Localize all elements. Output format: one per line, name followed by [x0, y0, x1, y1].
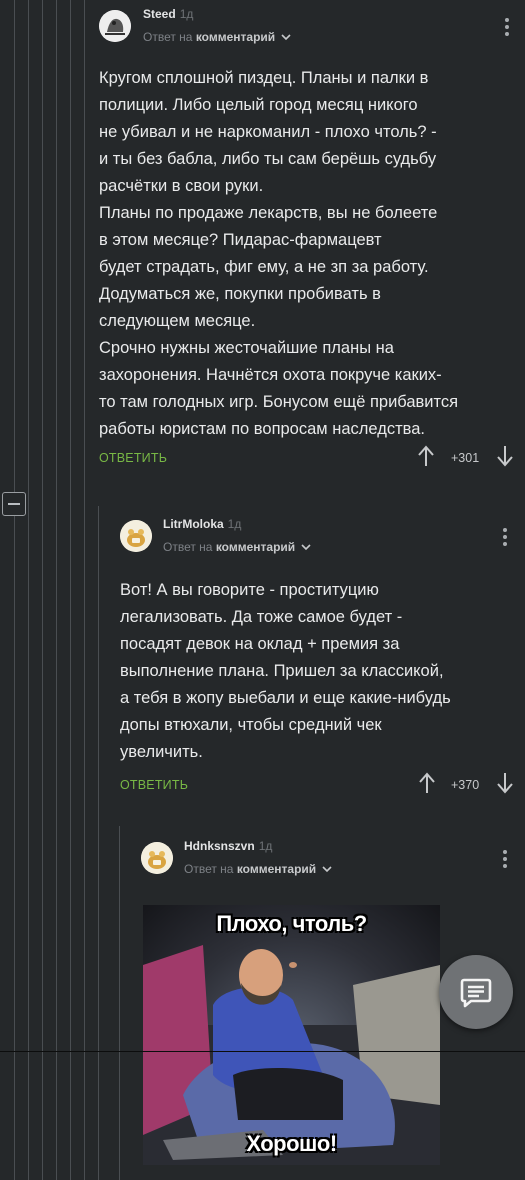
more-options-button[interactable] — [503, 850, 507, 871]
avatar-image — [99, 10, 131, 42]
arrow-up-icon[interactable] — [417, 445, 435, 467]
comment-text: Кругом сплошной пиздец. Планы и палки в п… — [99, 65, 519, 443]
meme-caption-bottom: Хорошо! — [246, 1131, 337, 1156]
comment-text-line: а тебя в жопу выебали и еще какие-нибудь — [120, 689, 451, 707]
arrow-down-icon[interactable] — [496, 445, 514, 467]
comment-text-line: Срочно нужны жесточайшие планы на — [99, 339, 394, 357]
comment: Hdnksnszvn 1д Ответ на комментарий — [141, 839, 521, 894]
comment-footer: ОТВЕТИТЬ +301 — [99, 445, 519, 481]
comment-text-line: легализовать. Да тоже самое будет - — [120, 608, 403, 626]
comment-fab-button[interactable] — [439, 955, 513, 1029]
more-options-button[interactable] — [505, 18, 509, 39]
more-options-button[interactable] — [503, 528, 507, 549]
thread-line — [56, 0, 57, 1180]
comment-header: Hdnksnszvn 1д Ответ на комментарий — [141, 839, 521, 894]
comment-text-line: выполнение плана. Пришел за классикой, — [120, 662, 444, 680]
comment-text-line: допы втюхали, чтобы средний чек — [120, 716, 382, 734]
vote-score: +370 — [451, 778, 480, 792]
comment-text-line: Вот! А вы говорите - проституцию — [120, 581, 379, 599]
comment-image[interactable]: Плохо, чтоль? Хорошо! — [143, 905, 440, 1165]
arrow-down-icon[interactable] — [496, 772, 514, 794]
comment-header: Steed 1д Ответ на комментарий — [99, 7, 519, 62]
comment-footer: ОТВЕТИТЬ +370 — [120, 772, 520, 808]
meme-caption-top: Плохо, чтоль? — [216, 911, 367, 936]
avatar[interactable] — [141, 842, 173, 874]
comment-icon — [460, 978, 492, 1008]
comment: Steed 1д Ответ на комментарий Кругом спло… — [99, 7, 519, 481]
thread-line — [84, 0, 85, 1180]
avatar[interactable] — [120, 520, 152, 552]
reply-to-link[interactable]: Ответ на комментарий — [184, 862, 332, 876]
thread-line — [28, 0, 29, 1180]
comment-header: LitrMoloka 1д Ответ на комментарий — [120, 517, 520, 572]
comment-text-line: Додуматься же, покупки пробивать в — [99, 285, 381, 303]
kebab-menu-icon — [505, 18, 509, 22]
comment-time: 1д — [227, 517, 242, 531]
comment-text-line: то там голодных игр. Бонусом ещё прибави… — [99, 393, 459, 411]
comment-text-line: и ты без бабла, либо ты сам берёшь судьб… — [99, 150, 437, 168]
thread-line — [14, 0, 15, 1180]
username[interactable]: LitrMoloka 1д — [163, 517, 241, 531]
username[interactable]: Hdnksnszvn 1д — [184, 839, 272, 853]
kebab-menu-icon — [503, 528, 507, 532]
comment-time: 1д — [179, 7, 194, 21]
chevron-down-icon — [300, 544, 311, 551]
comment-text-line: захоронения. Начнётся охота покруче каки… — [99, 366, 442, 384]
kebab-menu-icon — [503, 850, 507, 854]
username[interactable]: Steed 1д — [143, 7, 193, 21]
comment-text: Вот! А вы говорите - проституцию легализо… — [120, 577, 520, 766]
reply-button[interactable]: ОТВЕТИТЬ — [120, 778, 188, 792]
comment-text-line: расчётки в свои руки. — [99, 177, 264, 195]
avatar-image — [141, 842, 173, 874]
comment-time: 1д — [258, 839, 273, 853]
meme-picture — [143, 945, 440, 1165]
comment-text-line: Кругом сплошной пиздец. Планы и палки в — [99, 69, 429, 87]
reply-to-link[interactable]: Ответ на комментарий — [163, 540, 311, 554]
avatar-image — [120, 520, 152, 552]
reply-button[interactable]: ОТВЕТИТЬ — [99, 451, 167, 465]
thread-line — [119, 826, 120, 1180]
comment-text-line: будет страдать, фиг ему, а не зп за рабо… — [99, 258, 429, 276]
comment-text-line: увеличить. — [120, 743, 203, 761]
chevron-down-icon — [321, 866, 332, 873]
comment-text-line: Планы по продаже лекарств, вы не болеете — [99, 204, 438, 222]
chevron-down-icon — [280, 34, 291, 41]
thread-line — [70, 0, 71, 1180]
avatar[interactable] — [99, 10, 131, 42]
comment-text-line: не убивал и не наркоманил - плохо чтоль?… — [99, 123, 437, 141]
divider — [0, 1051, 525, 1052]
comment-text-line: посадят девок на оклад + премия за — [120, 635, 400, 653]
comment: LitrMoloka 1д Ответ на комментарий Вот! А… — [120, 517, 520, 808]
vote-score: +301 — [451, 451, 480, 465]
comment-text-line: полиции. Либо целый город месяц никого — [99, 96, 418, 114]
arrow-up-icon[interactable] — [418, 772, 436, 794]
comment-text-line: в этом месяце? Пидарас-фармацевт — [99, 231, 382, 249]
comment-text-line: следующем месяце. — [99, 312, 256, 330]
thread-line — [42, 0, 43, 1180]
thread-line — [98, 506, 99, 1180]
comment-text-line: работы юристам по вопросам наследства. — [99, 420, 425, 438]
reply-to-link[interactable]: Ответ на комментарий — [143, 30, 291, 44]
collapse-thread-button[interactable] — [2, 492, 26, 516]
